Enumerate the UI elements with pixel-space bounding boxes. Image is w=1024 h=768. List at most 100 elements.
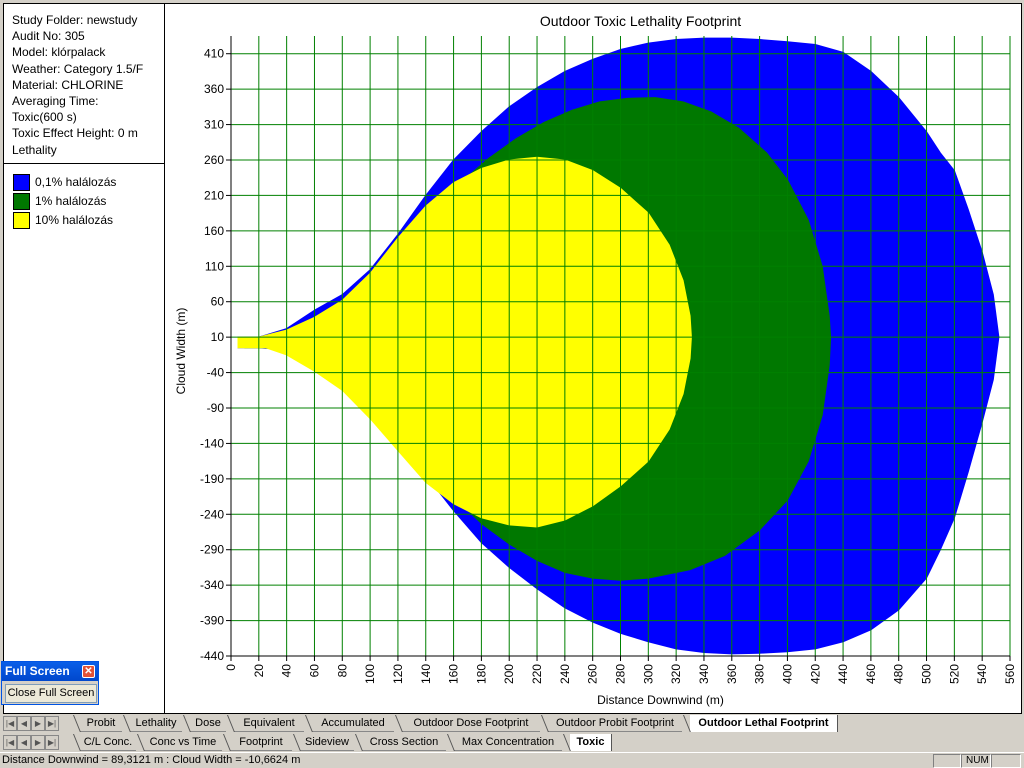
x-tick-label: 420 [808,664,822,684]
legend-swatch [13,193,30,210]
chart-panel: 410 360 310 260 210 160 110 60 10 -40 -90 -140 -190 -… [165,3,1022,714]
x-tick-label: 380 [753,664,767,684]
y-tick-label: -40 [207,366,225,380]
info-line: Toxic Effect Height: 0 m [12,126,138,141]
full-screen-title-text: Full Screen [5,664,70,678]
tab-dose[interactable]: Dose [190,715,226,732]
legend-swatch [13,212,30,229]
x-tick-label: 540 [975,664,989,684]
status-text: Distance Downwind = 89,3121 m : Cloud Wi… [2,754,301,766]
tab-accumulated[interactable]: Accumulated [312,715,394,732]
tab-outdoor-dose-footprint[interactable]: Outdoor Dose Footprint [402,715,540,732]
x-tick-label: 100 [363,664,377,684]
status-cell-empty-2 [991,754,1021,768]
status-bar: Distance Downwind = 89,3121 m : Cloud Wi… [0,752,1024,768]
tab-lethality[interactable]: Lethality [130,715,182,732]
tab-equivalent[interactable]: Equivalent [234,715,304,732]
info-line: Audit No: 305 [12,29,85,44]
x-tick-label: 240 [558,664,572,684]
y-axis-label: Cloud Width (m) [174,308,188,395]
y-tick-label: 410 [204,47,224,61]
tab-scroll-button[interactable]: ▶ [31,716,45,731]
y-tick-label: 110 [205,259,224,273]
tab-probit[interactable]: Probit [80,715,122,732]
y-tick-label: -190 [200,472,224,486]
y-tick-label: -140 [200,436,224,450]
info-line: Lethality [12,142,57,157]
x-tick-label: 340 [697,664,711,684]
x-tick-label: 560 [1003,664,1017,684]
legend-swatch [13,174,30,191]
x-tick-label: 160 [447,664,461,684]
num-lock-indicator: NUM [961,754,991,768]
info-line: Toxic(600 s) [12,110,77,125]
full-screen-title: Full Screen ✕ [2,662,98,681]
close-full-screen-button[interactable]: Close Full Screen [5,684,97,703]
tab-row-results: |◀ ◀ ▶ ▶| Probit Lethality Dose Equivalent Accum… [0,714,1024,734]
tab-conc-vs-time[interactable]: Conc vs Time [144,734,222,751]
lethality-footprint-chart[interactable]: 410 360 310 260 210 160 110 60 10 -40 -90 -140 -190 -… [165,4,1022,715]
tab-scroll-button[interactable]: |◀ [3,716,17,731]
tab-scroll-button[interactable]: ▶| [45,735,59,750]
x-tick-label: 520 [947,664,961,684]
tab-scroll-button[interactable]: ◀ [17,735,31,750]
tab-cross-section[interactable]: Cross Section [362,734,446,751]
tab-max-concentration[interactable]: Max Concentration [454,734,562,751]
x-axis-label: Distance Downwind (m) [597,693,724,707]
legend-panel: 0,1% halálozás 1% halálozás 10% halálozás [3,164,165,714]
x-tick-label: 0 [224,664,238,671]
legend-label: 1% halálozás [35,194,107,208]
y-tick-label: -390 [200,614,224,628]
legend-item: 1% halálozás [13,193,106,210]
tab-scroll-button[interactable]: ▶| [45,716,59,731]
legend-item: 0,1% halálozás [13,174,116,191]
y-tick-label: -90 [207,401,225,415]
close-icon[interactable]: ✕ [82,665,95,678]
info-line: Material: CHLORINE [12,77,124,92]
x-tick-label: 440 [836,664,850,684]
legend-item: 10% halálozás [13,212,113,229]
x-tick-label: 280 [614,664,628,684]
y-tick-label: 10 [211,330,225,344]
y-tick-label: -340 [200,578,224,592]
info-line: Weather: Category 1.5/F [12,61,144,76]
status-cell-empty [933,754,961,768]
y-tick-label: -290 [200,543,224,557]
x-tick-label: 460 [864,664,878,684]
tab-outdoor-lethal-footprint[interactable]: Outdoor Lethal Footprint [690,715,838,732]
tab-footprint[interactable]: Footprint [230,734,292,751]
x-tick-label: 220 [530,664,544,684]
x-tick-label: 260 [586,664,600,684]
tab-toxic[interactable]: Toxic [570,734,612,751]
y-tick-label: 360 [204,82,224,96]
full-screen-toolbar: Full Screen ✕ Close Full Screen [1,661,99,705]
chart-title: Outdoor Toxic Lethality Footprint [540,13,741,29]
x-tick-label: 60 [307,664,321,678]
x-tick-label: 300 [641,664,655,684]
x-tick-label: 120 [391,664,405,684]
x-tick-label: 40 [280,664,294,678]
tab-sideview[interactable]: Sideview [300,734,354,751]
study-info-panel: Study Folder: newstudy Audit No: 305 Model… [3,3,165,164]
y-tick-label: 310 [204,118,224,132]
y-tick-label: 210 [204,188,224,202]
x-tick-label: 180 [474,664,488,684]
x-tick-label: 400 [780,664,794,684]
y-tick-label: 160 [204,224,224,238]
x-tick-label: 20 [252,664,266,678]
x-tick-label: 480 [892,664,906,684]
tab-scroll-button[interactable]: ◀ [17,716,31,731]
x-tick-label: 200 [502,664,516,684]
legend-label: 10% halálozás [35,213,114,227]
tab-row-graphs: |◀ ◀ ▶ ▶| C/L Conc. Conc vs Time Footprint Side… [0,733,1024,753]
tab-outdoor-probit-footprint[interactable]: Outdoor Probit Footprint [548,715,682,732]
info-line: Study Folder: newstudy [12,13,138,27]
tab-scroll-button[interactable]: |◀ [3,735,17,750]
x-tick-label: 500 [920,664,934,684]
info-line: Model: klórpalack [12,45,106,60]
tab-c-l-conc-[interactable]: C/L Conc. [80,734,136,751]
x-tick-label: 360 [725,664,739,684]
y-tick-label: 60 [211,295,225,309]
tab-scroll-button[interactable]: ▶ [31,735,45,750]
x-tick-label: 140 [419,664,433,684]
